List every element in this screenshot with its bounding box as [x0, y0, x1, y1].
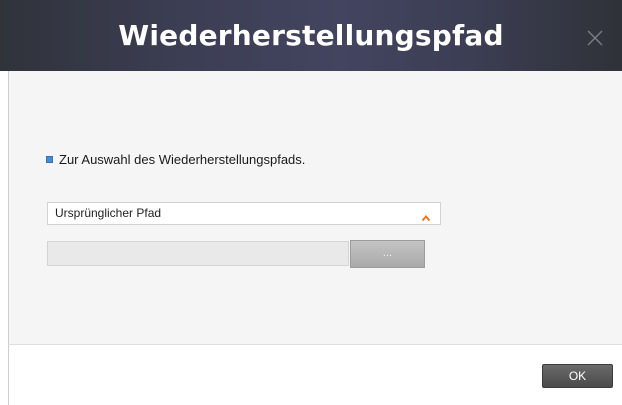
path-input[interactable]	[47, 241, 349, 266]
restore-path-select[interactable]: Ursprünglicher Pfad	[47, 202, 441, 225]
bullet-icon	[46, 156, 53, 163]
dialog-title: Wiederherstellungspfad	[118, 19, 504, 52]
chevron-up-icon	[421, 209, 431, 222]
close-icon[interactable]	[586, 29, 604, 47]
instruction-label: Zur Auswahl des Wiederherstellungspfads.	[59, 152, 306, 167]
browse-button[interactable]: ...	[350, 240, 425, 268]
restore-path-dialog: Wiederherstellungspfad Zur Auswahl des W…	[0, 0, 622, 405]
select-value: Ursprünglicher Pfad	[55, 206, 162, 220]
dialog-footer	[8, 344, 622, 405]
instruction-text: Zur Auswahl des Wiederherstellungspfads.	[46, 152, 305, 167]
title-bar: Wiederherstellungspfad	[0, 0, 622, 71]
ok-button[interactable]: OK	[542, 364, 613, 388]
